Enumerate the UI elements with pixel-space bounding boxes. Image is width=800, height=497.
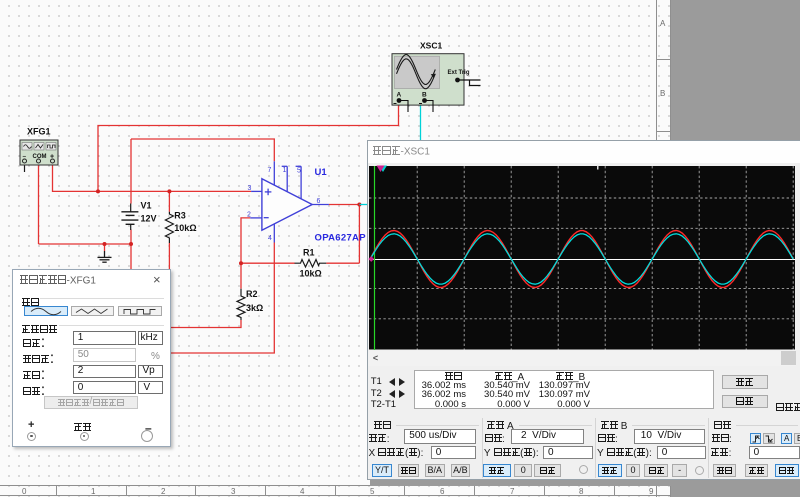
svg-text:Ext Trig: Ext Trig	[448, 70, 470, 76]
svg-text:5: 5	[297, 168, 301, 175]
svg-text:R3: R3	[174, 211, 186, 221]
svg-text:10kΩ: 10kΩ	[174, 223, 196, 233]
svg-text:OPA627AP: OPA627AP	[315, 233, 367, 244]
svg-text:3kΩ: 3kΩ	[246, 303, 263, 313]
svg-text:A: A	[397, 92, 402, 99]
svg-text:XSC1: XSC1	[420, 41, 442, 51]
svg-text:6: 6	[317, 198, 321, 205]
svg-text:12V: 12V	[141, 214, 157, 224]
svg-text:XFG1: XFG1	[27, 127, 51, 137]
svg-text:2: 2	[247, 212, 251, 219]
svg-text:R1: R1	[303, 248, 315, 258]
svg-text:V1: V1	[141, 201, 152, 211]
svg-text:R2: R2	[246, 289, 258, 299]
svg-text:4: 4	[268, 235, 272, 242]
svg-text:B: B	[422, 92, 427, 99]
svg-text:7: 7	[268, 167, 272, 174]
svg-text:10kΩ: 10kΩ	[300, 269, 322, 279]
svg-text:1: 1	[283, 167, 287, 174]
svg-text:U1: U1	[315, 167, 328, 178]
svg-text:3: 3	[248, 185, 252, 192]
